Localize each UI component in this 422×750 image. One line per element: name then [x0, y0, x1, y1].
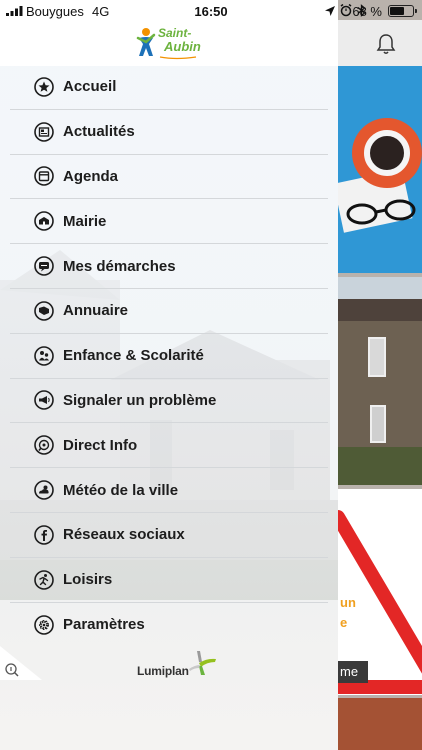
card-image-bush	[338, 447, 422, 485]
card-text-line2: e	[340, 615, 348, 630]
newspaper-icon	[34, 121, 54, 142]
battery-percentage: 68 %	[352, 4, 382, 19]
side-drawer: Saint- Aubin Accueil Actualités Agenda M…	[0, 0, 338, 750]
menu-item-label: Direct Info	[63, 436, 138, 454]
menu-item-label: Accueil	[63, 78, 117, 96]
lumiplan-brand-text: Lumiplan	[137, 664, 189, 678]
live-info-icon	[34, 435, 54, 456]
drawer-menu: Accueil Actualités Agenda Mairie Mes dém…	[10, 65, 328, 647]
menu-item-mairie[interactable]: Mairie	[10, 199, 328, 245]
gear-icon	[34, 615, 54, 635]
news-card-warning[interactable]: un e me	[338, 489, 422, 695]
news-card-town-hall[interactable]	[338, 277, 422, 485]
menu-item-label: Actualités	[63, 123, 135, 141]
menu-item-label: Mairie	[63, 212, 107, 230]
menu-item-meteo[interactable]: Météo de la ville	[10, 468, 328, 513]
lumiplan-logo: Lumiplan	[137, 650, 221, 680]
news-card-coffee[interactable]	[338, 66, 422, 273]
menu-item-mes-demarches[interactable]: Mes démarches	[10, 244, 328, 289]
menu-item-annuaire[interactable]: Annuaire	[10, 289, 328, 334]
menu-item-direct-info[interactable]: Direct Info	[10, 423, 328, 469]
alarm-icon	[340, 4, 352, 17]
status-bar: Bouygues 4G 16:50 68 %	[0, 0, 422, 20]
logo-text-saint: Saint-	[158, 26, 192, 40]
menu-item-label: Réseaux sociaux	[63, 526, 185, 544]
menu-item-agenda[interactable]: Agenda	[10, 155, 328, 200]
card-image-glasses	[346, 199, 416, 225]
menu-item-label: Annuaire	[63, 302, 129, 320]
info-icon[interactable]	[0, 646, 42, 680]
menu-item-reseaux-sociaux[interactable]: Réseaux sociaux	[10, 513, 328, 558]
menu-item-label: Météo de la ville	[63, 481, 179, 499]
menu-item-label: Mes démarches	[63, 257, 176, 275]
book-icon	[34, 301, 54, 321]
battery-nub	[415, 9, 417, 13]
menu-item-label: Agenda	[63, 167, 119, 185]
megaphone-icon	[34, 390, 54, 411]
star-icon	[34, 77, 54, 97]
facebook-icon	[34, 525, 54, 545]
card-image-window	[368, 337, 386, 377]
lumiplan-mark-icon	[189, 651, 216, 675]
menu-item-enfance-scolarite[interactable]: Enfance & Scolarité	[10, 334, 328, 379]
chat-bubble-icon	[34, 256, 54, 276]
card-tag: me	[338, 661, 368, 683]
battery-icon	[388, 5, 417, 17]
card-text-line1: un	[340, 595, 356, 610]
children-icon	[34, 345, 54, 366]
battery-fill	[390, 7, 404, 15]
weather-icon	[34, 480, 54, 500]
town-hall-icon	[34, 211, 54, 232]
card-image-roof	[338, 299, 422, 321]
menu-item-label: Signaler un problème	[63, 391, 217, 409]
menu-item-signaler-probleme[interactable]: Signaler un problème	[10, 379, 328, 424]
card-image-coffee	[364, 130, 410, 176]
menu-item-label: Enfance & Scolarité	[63, 347, 204, 365]
menu-item-label: Loisirs	[63, 571, 113, 589]
menu-item-parametres[interactable]: Paramètres	[10, 603, 328, 648]
runner-icon	[34, 569, 54, 590]
calendar-icon	[34, 166, 54, 187]
menu-item-actualites[interactable]: Actualités	[10, 110, 328, 155]
menu-item-loisirs[interactable]: Loisirs	[10, 558, 328, 603]
menu-item-accueil[interactable]: Accueil	[10, 65, 328, 110]
location-arrow-icon	[325, 6, 335, 16]
news-card-partial[interactable]	[338, 698, 422, 750]
bell-icon[interactable]	[376, 33, 396, 55]
logo-text-aubin: Aubin	[164, 39, 201, 54]
menu-item-label: Paramètres	[63, 616, 145, 634]
card-image-window	[370, 405, 386, 443]
